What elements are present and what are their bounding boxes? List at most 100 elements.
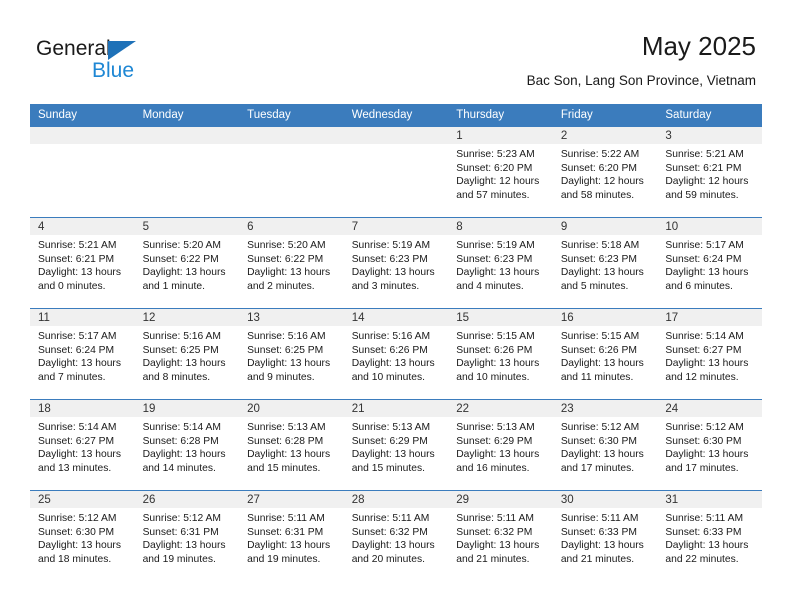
sunset-text: Sunset: 6:22 PM [247, 253, 324, 265]
calendar-day-cell[interactable]: 8 Sunrise: 5:19 AM Sunset: 6:23 PM Daylight… [448, 217, 553, 309]
daylight-text: Daylight: 13 hours and 15 minutes. [247, 449, 331, 474]
day-details: Sunrise: 5:22 AM Sunset: 6:20 PM Daylight:… [553, 144, 658, 202]
daylight-text: Daylight: 13 hours and 7 minutes. [38, 358, 121, 383]
day-number: 17 [657, 309, 762, 326]
sunset-text: Sunset: 6:20 PM [560, 162, 637, 174]
day-details: Sunrise: 5:13 AM Sunset: 6:29 PM Daylight:… [448, 417, 553, 475]
sunset-text: Sunset: 6:26 PM [456, 344, 533, 356]
calendar-day-cell[interactable]: 29 Sunrise: 5:11 AM Sunset: 6:32 PM Dayligh… [448, 490, 553, 581]
calendar-day-cell[interactable]: 24 Sunrise: 5:12 AM Sunset: 6:30 PM Dayligh… [657, 399, 762, 491]
day-number: 14 [343, 309, 449, 326]
sunrise-text: Sunrise: 5:12 AM [38, 513, 117, 524]
sunset-text: Sunset: 6:23 PM [456, 253, 533, 265]
daylight-text: Daylight: 13 hours and 19 minutes. [247, 540, 331, 565]
calendar-day-cell[interactable]: 11 Sunrise: 5:17 AM Sunset: 6:24 PM Dayligh… [30, 308, 135, 400]
calendar-day-cell[interactable]: 9 Sunrise: 5:18 AM Sunset: 6:23 PM Daylight… [552, 217, 658, 309]
calendar-day-cell[interactable]: 26 Sunrise: 5:12 AM Sunset: 6:31 PM Dayligh… [134, 490, 240, 581]
day-details: Sunrise: 5:13 AM Sunset: 6:29 PM Daylight:… [344, 417, 449, 475]
sunset-text: Sunset: 6:25 PM [142, 344, 219, 356]
daylight-text: Daylight: 12 hours and 59 minutes. [665, 176, 749, 201]
calendar-header-row: Sunday Monday Tuesday Wednesday Thursday… [30, 104, 762, 127]
calendar-day-cell[interactable]: 21 Sunrise: 5:13 AM Sunset: 6:29 PM Dayligh… [343, 399, 449, 491]
weekday-header-saturday: Saturday [657, 104, 762, 127]
sunset-text: Sunset: 6:31 PM [247, 526, 324, 538]
sunset-text: Sunset: 6:24 PM [38, 344, 115, 356]
daylight-text: Daylight: 13 hours and 17 minutes. [560, 449, 644, 474]
calendar-day-cell[interactable]: 2 Sunrise: 5:22 AM Sunset: 6:20 PM Daylight… [552, 126, 658, 218]
day-details: Sunrise: 5:17 AM Sunset: 6:24 PM Daylight:… [30, 326, 135, 384]
calendar-day-cell[interactable]: 14 Sunrise: 5:16 AM Sunset: 6:26 PM Dayligh… [343, 308, 449, 400]
day-details: Sunrise: 5:16 AM Sunset: 6:25 PM Daylight:… [135, 326, 240, 384]
day-number: 11 [30, 309, 135, 326]
sunset-text: Sunset: 6:32 PM [351, 526, 428, 538]
calendar-day-cell[interactable]: 30 Sunrise: 5:11 AM Sunset: 6:33 PM Dayligh… [552, 490, 658, 581]
sunrise-text: Sunrise: 5:12 AM [142, 513, 221, 524]
calendar-day-cell[interactable]: 19 Sunrise: 5:14 AM Sunset: 6:28 PM Dayligh… [134, 399, 240, 491]
calendar-day-cell[interactable]: 12 Sunrise: 5:16 AM Sunset: 6:25 PM Dayligh… [134, 308, 240, 400]
day-number: 23 [552, 400, 658, 417]
calendar-day-cell[interactable]: 4 Sunrise: 5:21 AM Sunset: 6:21 PM Daylight… [30, 217, 135, 309]
daylight-text: Daylight: 13 hours and 21 minutes. [456, 540, 540, 565]
calendar-day-cell[interactable]: 20 Sunrise: 5:13 AM Sunset: 6:28 PM Dayligh… [239, 399, 344, 491]
day-number: 15 [448, 309, 553, 326]
daylight-text: Daylight: 13 hours and 20 minutes. [351, 540, 435, 565]
calendar-day-cell[interactable]: 6 Sunrise: 5:20 AM Sunset: 6:22 PM Daylight… [239, 217, 344, 309]
daylight-text: Daylight: 13 hours and 5 minutes. [560, 267, 644, 292]
logo-text-general: General [36, 37, 111, 60]
day-number: 6 [239, 218, 344, 235]
calendar-day-cell[interactable]: 23 Sunrise: 5:12 AM Sunset: 6:30 PM Dayligh… [552, 399, 658, 491]
page-title: May 2025 [641, 31, 756, 61]
day-details: Sunrise: 5:20 AM Sunset: 6:22 PM Daylight:… [239, 235, 344, 293]
calendar-day-cell-empty [239, 126, 344, 218]
sunrise-text: Sunrise: 5:11 AM [560, 513, 639, 524]
day-details: Sunrise: 5:20 AM Sunset: 6:22 PM Daylight:… [135, 235, 240, 293]
sunset-text: Sunset: 6:30 PM [665, 435, 742, 447]
sunrise-text: Sunrise: 5:17 AM [665, 240, 744, 251]
day-details: Sunrise: 5:17 AM Sunset: 6:24 PM Daylight:… [657, 235, 762, 293]
sunset-text: Sunset: 6:20 PM [456, 162, 533, 174]
sunrise-text: Sunrise: 5:14 AM [38, 422, 117, 433]
calendar-day-cell[interactable]: 13 Sunrise: 5:16 AM Sunset: 6:25 PM Dayligh… [239, 308, 344, 400]
sunset-text: Sunset: 6:27 PM [665, 344, 742, 356]
calendar-day-cell[interactable]: 7 Sunrise: 5:19 AM Sunset: 6:23 PM Daylight… [343, 217, 449, 309]
day-number: 1 [448, 127, 553, 144]
daylight-text: Daylight: 13 hours and 2 minutes. [247, 267, 331, 292]
day-number: 29 [448, 491, 553, 508]
calendar-day-cell[interactable]: 25 Sunrise: 5:12 AM Sunset: 6:30 PM Dayligh… [30, 490, 135, 581]
calendar-day-cell[interactable]: 5 Sunrise: 5:20 AM Sunset: 6:22 PM Daylight… [134, 217, 240, 309]
daylight-text: Daylight: 13 hours and 19 minutes. [142, 540, 226, 565]
sunrise-text: Sunrise: 5:15 AM [560, 331, 640, 342]
sunset-text: Sunset: 6:24 PM [665, 253, 742, 265]
calendar-day-cell[interactable]: 1 Sunrise: 5:23 AM Sunset: 6:20 PM Daylight… [448, 126, 553, 218]
general-blue-logo[interactable]: General Blue [36, 38, 256, 86]
day-number: 20 [239, 400, 344, 417]
sunset-text: Sunset: 6:25 PM [247, 344, 324, 356]
sunrise-text: Sunrise: 5:12 AM [665, 422, 744, 433]
day-number: 18 [30, 400, 135, 417]
sunset-text: Sunset: 6:29 PM [456, 435, 533, 447]
day-number: 16 [552, 309, 658, 326]
calendar-day-cell[interactable]: 3 Sunrise: 5:21 AM Sunset: 6:21 PM Daylight… [657, 126, 762, 218]
sunrise-text: Sunrise: 5:14 AM [665, 331, 744, 342]
calendar-day-cell[interactable]: 31 Sunrise: 5:11 AM Sunset: 6:33 PM Dayligh… [657, 490, 762, 581]
day-number [30, 127, 135, 144]
sunrise-text: Sunrise: 5:13 AM [351, 422, 431, 433]
calendar-day-cell[interactable]: 28 Sunrise: 5:11 AM Sunset: 6:32 PM Dayligh… [343, 490, 449, 581]
sunrise-text: Sunrise: 5:12 AM [560, 422, 640, 433]
calendar-day-cell[interactable]: 17 Sunrise: 5:14 AM Sunset: 6:27 PM Dayligh… [657, 308, 762, 400]
daylight-text: Daylight: 12 hours and 58 minutes. [560, 176, 644, 201]
daylight-text: Daylight: 13 hours and 11 minutes. [560, 358, 644, 383]
calendar-day-cell[interactable]: 10 Sunrise: 5:17 AM Sunset: 6:24 PM Dayligh… [657, 217, 762, 309]
calendar-day-cell[interactable]: 16 Sunrise: 5:15 AM Sunset: 6:26 PM Dayligh… [552, 308, 658, 400]
daylight-text: Daylight: 13 hours and 0 minutes. [38, 267, 121, 292]
calendar-day-cell[interactable]: 27 Sunrise: 5:11 AM Sunset: 6:31 PM Dayligh… [239, 490, 344, 581]
calendar-day-cell[interactable]: 15 Sunrise: 5:15 AM Sunset: 6:26 PM Dayligh… [448, 308, 553, 400]
calendar-day-cell[interactable]: 18 Sunrise: 5:14 AM Sunset: 6:27 PM Dayligh… [30, 399, 135, 491]
sunrise-text: Sunrise: 5:16 AM [142, 331, 221, 342]
sunrise-text: Sunrise: 5:13 AM [247, 422, 326, 433]
sunset-text: Sunset: 6:31 PM [142, 526, 219, 538]
weekday-header-sunday: Sunday [30, 104, 135, 127]
daylight-text: Daylight: 13 hours and 17 minutes. [665, 449, 749, 474]
daylight-text: Daylight: 13 hours and 8 minutes. [142, 358, 226, 383]
calendar-day-cell[interactable]: 22 Sunrise: 5:13 AM Sunset: 6:29 PM Dayligh… [448, 399, 553, 491]
